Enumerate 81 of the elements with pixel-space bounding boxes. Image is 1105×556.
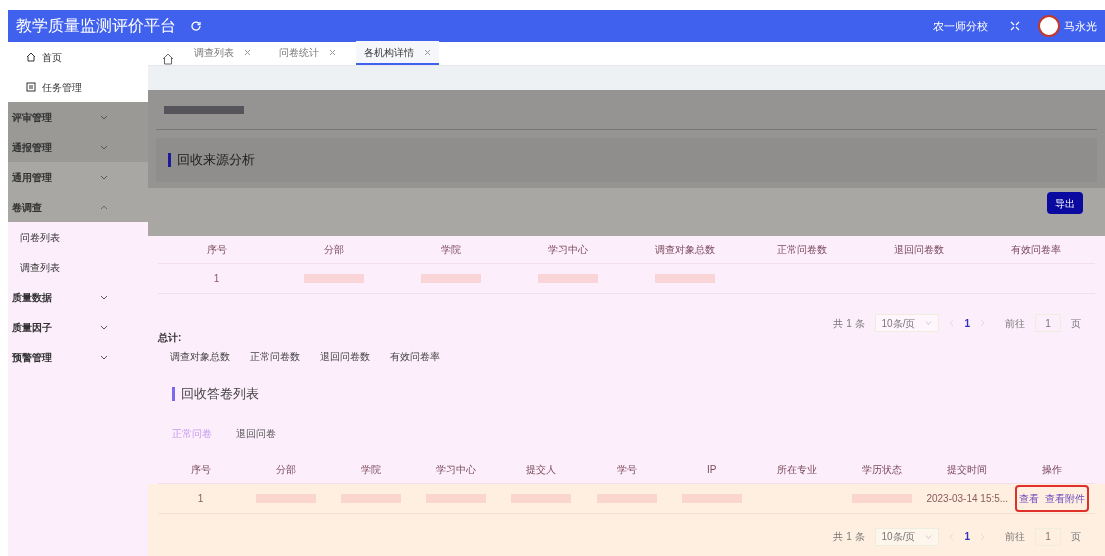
column-header: 正常问卷数 [776,243,829,257]
column-header: 提交时间 [946,462,989,477]
page-number[interactable]: 1 [964,315,970,331]
column-header: 学号 [615,462,638,477]
chevron-left-icon [949,319,955,327]
column-header: 退回问卷数 [893,243,946,257]
column-header: 学习中心 [546,243,589,257]
column-header: 学院 [359,462,382,477]
document-icon [26,82,36,92]
column-header: 学历状态 [861,462,904,477]
sidebar-item[interactable]: 任务管理 [8,72,148,102]
column-header: 学习中心 [435,462,478,477]
column-header: 操作 [1041,462,1064,477]
accent-bar [172,386,175,401]
page-input[interactable]: 1 [1035,527,1061,546]
sidebar-item[interactable]: 通报管理 [8,132,148,162]
chevron-down-icon [100,144,108,150]
page-number[interactable]: 1 [964,529,970,544]
column-header: 有效问卷率 [1010,243,1063,257]
sidebar-item[interactable]: 首页 [8,42,148,72]
export-button[interactable]: 导出 [1047,192,1083,214]
action-link[interactable]: 查看 [1019,490,1040,506]
refresh-icon [190,20,202,32]
goto-label: 前往 [1005,316,1025,331]
column-header: 调查对象总数 [654,243,717,257]
summary-item: 调查对象总数 [170,350,230,364]
column-header: 提交人 [525,462,558,477]
close-icon [424,48,431,56]
column-header: 序号 [189,462,212,477]
sidebar-item[interactable]: 评审管理 [8,102,148,132]
chevron-down-icon [100,324,108,330]
home-icon [26,52,36,62]
table-cell-text: 2023-03-14 15:5... [926,491,1009,506]
chevron-down-icon [925,534,933,539]
chevron-down-icon [100,174,108,180]
user-name[interactable]: 马永光 [1064,17,1097,35]
summary-item: 退回问卷数 [320,350,370,364]
page-size-select[interactable]: 10条/页 [874,527,940,546]
app-title: 教学质量监测评价平台 [16,16,176,36]
total-count: 共 1 条 [833,316,865,331]
tab[interactable]: 调查列表 [186,41,259,65]
close-icon [329,48,336,56]
sub-tab[interactable]: 退回问卷 [236,425,276,456]
total-count: 共 1 条 [833,530,865,544]
summary-label: 总计: [158,331,182,345]
section-title: 回收答卷列表 [181,385,259,403]
column-header: 所在专业 [775,462,818,477]
fullscreen-icon [1010,21,1020,31]
chevron-right-icon [980,319,985,327]
page-input[interactable]: 1 [1035,314,1061,332]
tab[interactable]: 问卷统计 [271,41,344,65]
page-unit: 页 [1071,316,1081,331]
table-cell-text: 1 [197,491,204,506]
column-header: IP [706,462,718,477]
chevron-down-icon [100,294,108,300]
tab[interactable]: 各机构详情 [356,41,439,65]
section-title: 回收来源分析 [177,151,255,170]
chevron-left-icon [949,532,955,541]
column-header: 学院 [439,243,462,257]
close-icon [244,48,251,56]
table-cell-text: 1 [213,272,220,286]
org-name[interactable]: 农一师分校 [933,17,988,35]
goto-label: 前往 [1005,530,1025,544]
accent-bar [168,153,171,167]
chevron-down-icon [100,114,108,120]
sidebar-item[interactable]: 卷调查 [8,192,148,222]
summary-item: 有效问卷率 [390,350,440,364]
column-header: 序号 [205,243,228,257]
summary-item: 正常问卷数 [250,350,300,364]
sidebar-item[interactable]: 通用管理 [8,162,148,192]
chevron-down-icon [100,354,108,360]
column-header: 分部 [274,462,297,477]
chevron-right-icon [980,532,985,541]
column-header: 分部 [322,243,345,257]
action-link[interactable]: 查看附件 [1045,490,1086,506]
page-unit: 页 [1071,530,1081,544]
avatar-logo[interactable] [1038,15,1060,37]
page-size-select[interactable]: 10条/页 [874,314,940,332]
chevron-up-icon [100,204,108,210]
home-icon [162,53,174,65]
chevron-down-icon [925,321,933,325]
